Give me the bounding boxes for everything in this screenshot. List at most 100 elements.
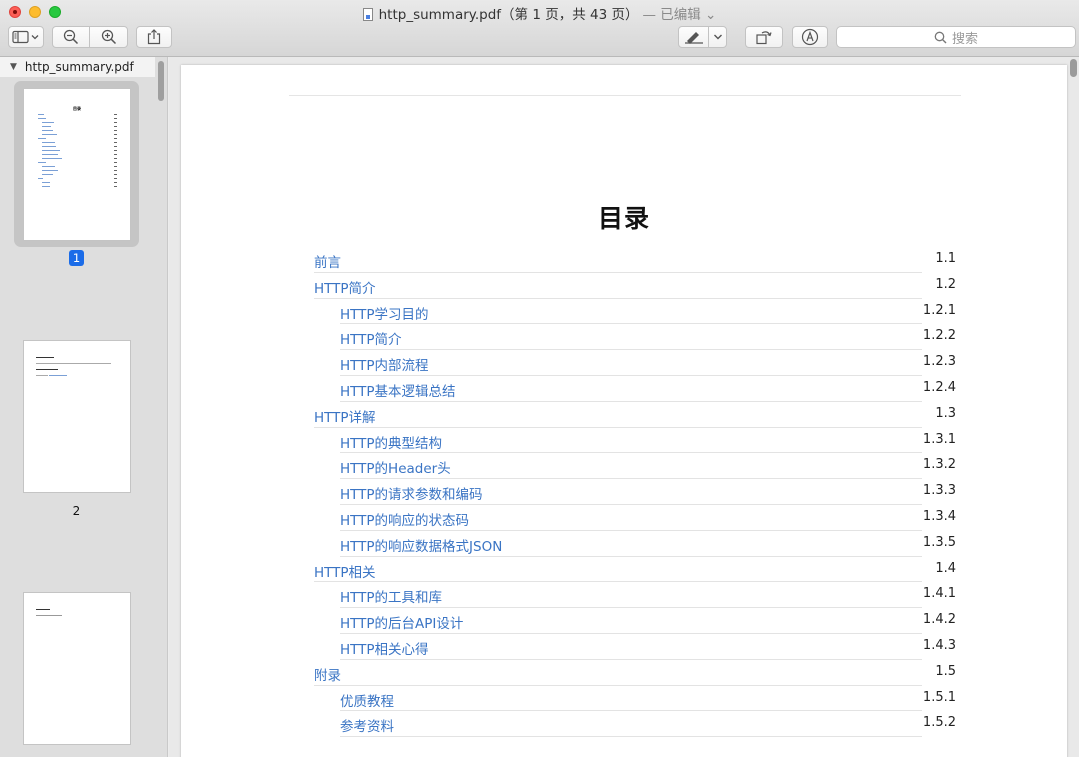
highlight-button[interactable] <box>678 26 709 48</box>
sidebar-filename: http_summary.pdf <box>24 60 134 74</box>
thumbnail-line <box>38 114 44 115</box>
toc-entry-link[interactable]: HTTP的工具和库 <box>340 586 442 606</box>
toc-entry[interactable]: 优质教程 1.5.1 <box>314 686 956 712</box>
thumbnail-line <box>38 178 43 179</box>
toc-entry[interactable]: HTTP相关心得 1.4.3 <box>314 634 956 660</box>
toc-entry-link[interactable]: HTTP相关 <box>314 561 376 581</box>
window-title-area[interactable]: http_summary.pdf（第 1 页，共 43 页） — 已编辑 ⌄ <box>0 3 1079 23</box>
toc-entry[interactable]: HTTP基本逻辑总结 1.2.4 <box>314 376 956 402</box>
thumbnail-line <box>38 138 46 139</box>
toc-entry[interactable]: HTTP内部流程 1.2.3 <box>314 350 956 376</box>
zoom-out-button[interactable] <box>52 26 90 48</box>
toc-entry-link[interactable]: HTTP简介 <box>340 328 402 348</box>
toc-entry[interactable]: HTTP学习目的 1.2.1 <box>314 299 956 325</box>
thumbnail-line <box>36 369 58 370</box>
thumbnail-line <box>36 357 54 358</box>
thumbnail-line <box>114 178 117 179</box>
toc-entry[interactable]: HTTP详解 1.3 <box>314 402 956 428</box>
toc-entry-link[interactable]: HTTP的典型结构 <box>340 432 442 452</box>
toc-entry-number: 1.3.3 <box>922 483 956 499</box>
page-number-badge: 1 <box>68 250 85 266</box>
toc-entry-link[interactable]: 附录 <box>314 664 341 684</box>
highlight-options-button[interactable] <box>708 26 727 48</box>
thumbnail-line <box>36 615 62 616</box>
table-of-contents: 前言 1.1 HTTP简介 1.2 HTTP学习目的 1.2.1 HTTP简介 1.2.2 HT… <box>314 247 956 738</box>
toc-entry[interactable]: 前言 1.1 <box>314 247 956 273</box>
thumbnail-toc-title: 目录 <box>73 106 81 111</box>
toc-entry-link[interactable]: HTTP的后台API设计 <box>340 612 463 632</box>
share-button[interactable] <box>136 26 172 48</box>
sidebar-icon <box>12 30 39 44</box>
toc-entry-link[interactable]: 优质教程 <box>340 690 394 710</box>
search-field[interactable]: 搜索 <box>836 26 1076 48</box>
toc-entry-number: 1.1 <box>935 251 956 266</box>
search-icon <box>934 31 947 43</box>
thumbnail-page-1[interactable]: 目录 <box>23 88 131 241</box>
thumbnail-line <box>42 126 51 127</box>
toc-entry-number: 1.2.1 <box>922 302 956 318</box>
thumbnail-line <box>114 174 117 175</box>
toc-entry[interactable]: HTTP简介 1.2.2 <box>314 324 956 351</box>
toc-entry[interactable]: 附录 1.5 <box>314 660 956 686</box>
zoom-in-icon <box>101 29 116 45</box>
toc-entry[interactable]: HTTP的请求参数和编码 1.3.3 <box>314 479 956 505</box>
thumbnail-line <box>38 118 46 119</box>
toc-entry-number: 1.3.1 <box>922 431 956 447</box>
toc-entry[interactable]: HTTP的工具和库 1.4.1 <box>314 582 956 609</box>
thumbnail-line <box>42 146 56 147</box>
toc-entry-number: 1.5.1 <box>922 689 956 705</box>
thumbnail-line <box>114 154 117 155</box>
toc-entry-link[interactable]: 前言 <box>314 251 341 271</box>
toc-entry-link[interactable]: 参考资料 <box>340 715 394 735</box>
thumbnail-line <box>49 375 67 376</box>
thumbnail-line <box>42 186 50 187</box>
toc-entry[interactable]: HTTP的响应的状态码 1.3.4 <box>314 505 956 531</box>
zoom-in-button[interactable] <box>89 26 128 48</box>
toc-entry[interactable]: HTTP的Header头 1.3.2 <box>314 453 956 480</box>
toc-entry-link[interactable]: HTTP相关心得 <box>340 638 429 658</box>
toc-entry[interactable]: HTTP的响应数据格式JSON 1.3.5 <box>314 531 956 557</box>
window-title: http_summary.pdf（第 1 页，共 43 页） <box>378 7 639 23</box>
markup-button[interactable] <box>792 26 828 48</box>
page-number-label-1: 1 <box>0 250 153 266</box>
toc-entry[interactable]: HTTP相关 1.4 <box>314 557 956 583</box>
toc-entry-link[interactable]: HTTP内部流程 <box>340 354 429 374</box>
disclosure-triangle-icon[interactable]: ▼ <box>10 62 17 72</box>
pdf-document-icon <box>362 8 373 21</box>
toc-entry-link[interactable]: HTTP详解 <box>314 406 376 426</box>
document-view[interactable]: 目录 前言 1.1 HTTP简介 1.2 HTTP学习目的 1.2.1 HTTP简介 1.2.… <box>169 57 1079 757</box>
toc-entry-link[interactable]: HTTP的请求参数和编码 <box>340 483 483 503</box>
toc-entry-link[interactable]: HTTP的响应数据格式JSON <box>340 535 502 555</box>
edited-status[interactable]: — 已编辑 ⌄ <box>642 7 716 23</box>
toc-entry-number: 1.3.5 <box>922 534 956 550</box>
toc-entry-number: 1.2.3 <box>922 354 956 370</box>
rotate-button[interactable] <box>745 26 783 48</box>
thumbnail-page-2[interactable] <box>23 340 131 493</box>
pdf-page: 目录 前言 1.1 HTTP简介 1.2 HTTP学习目的 1.2.1 HTTP简介 1.2.… <box>181 65 1067 757</box>
sidebar-document-header[interactable]: ▼ http_summary.pdf <box>0 57 155 77</box>
toc-entry-number: 1.2.2 <box>922 328 956 344</box>
thumbnail-line <box>114 150 117 151</box>
document-scrollbar[interactable] <box>1070 59 1077 77</box>
share-icon <box>147 29 161 45</box>
thumbnail-line <box>114 142 117 143</box>
preview-window: http_summary.pdf（第 1 页，共 43 页） — 已编辑 ⌄ 搜… <box>0 0 1079 757</box>
thumbnail-line <box>114 158 117 159</box>
sidebar-view-button[interactable] <box>8 26 44 48</box>
thumbnail-page-3[interactable] <box>23 592 131 745</box>
toc-entry-number: 1.3 <box>935 405 956 421</box>
toc-entry-link[interactable]: HTTP简介 <box>314 277 376 297</box>
toc-entry-link[interactable]: HTTP的Header头 <box>340 457 451 477</box>
toc-entry[interactable]: HTTP的后台API设计 1.4.2 <box>314 608 956 634</box>
toc-entry[interactable]: 参考资料 1.5.2 <box>314 711 956 738</box>
toc-entry-link[interactable]: HTTP的响应的状态码 <box>340 509 469 529</box>
toc-entry-link[interactable]: HTTP学习目的 <box>340 303 429 323</box>
chevron-down-icon <box>713 34 722 40</box>
thumbnail-line <box>38 162 46 163</box>
toc-entry[interactable]: HTTP简介 1.2 <box>314 273 956 299</box>
toc-entry[interactable]: HTTP的典型结构 1.3.1 <box>314 428 956 454</box>
sidebar-scrollbar[interactable] <box>158 61 164 101</box>
toc-entry-link[interactable]: HTTP基本逻辑总结 <box>340 380 456 400</box>
thumbnail-line <box>114 186 117 187</box>
thumbnail-line <box>42 158 62 159</box>
